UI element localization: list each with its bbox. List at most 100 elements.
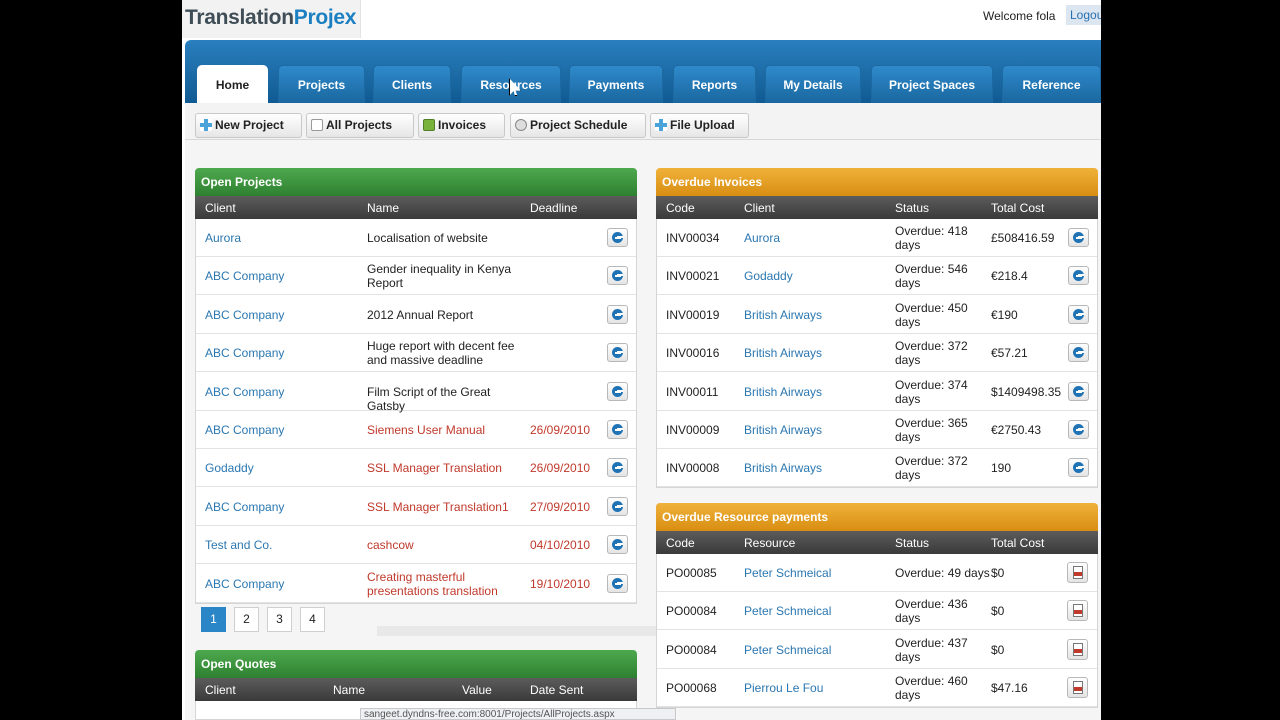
payment-code: PO00085 bbox=[666, 566, 717, 580]
client-link[interactable]: ABC Company bbox=[205, 346, 284, 360]
tab-clients[interactable]: Clients bbox=[373, 65, 451, 103]
col-resource: Resource bbox=[744, 536, 796, 550]
client-link[interactable]: British Airways bbox=[744, 423, 822, 437]
row-open-arrow-icon[interactable] bbox=[1068, 304, 1089, 324]
logo-text-main: Translation bbox=[185, 6, 294, 29]
tab-my-details[interactable]: My Details bbox=[765, 65, 861, 103]
action-toolbar: New Project All Projects Invoices Projec… bbox=[185, 103, 1101, 140]
logo[interactable]: TranslationProjex bbox=[185, 6, 356, 30]
client-link[interactable]: British Airways bbox=[744, 461, 822, 475]
row-open-arrow-icon[interactable] bbox=[1068, 228, 1089, 247]
project-name[interactable]: Siemens User Manual bbox=[367, 423, 517, 437]
client-link[interactable]: British Airways bbox=[744, 308, 822, 322]
row-open-arrow-icon[interactable] bbox=[607, 420, 628, 439]
client-link[interactable]: ABC Company bbox=[205, 269, 284, 283]
resource-link[interactable]: Pierrou Le Fou bbox=[744, 681, 823, 695]
status-text: Overdue: 546 days bbox=[895, 262, 968, 291]
client-link[interactable]: British Airways bbox=[744, 385, 822, 399]
client-link[interactable]: ABC Company bbox=[205, 308, 284, 322]
total-cost: $47.16 bbox=[991, 681, 1028, 696]
client-link[interactable]: ABC Company bbox=[205, 577, 284, 591]
tab-home[interactable]: Home bbox=[197, 65, 268, 103]
col-total-cost: Total Cost bbox=[991, 201, 1045, 215]
col-name: Name bbox=[333, 683, 366, 697]
pdf-icon[interactable] bbox=[1067, 562, 1088, 583]
table-row: PO00085 Peter Schmeical Overdue: 49 days $0 bbox=[657, 554, 1097, 592]
row-open-arrow-icon[interactable] bbox=[607, 496, 628, 516]
row-open-arrow-icon[interactable] bbox=[1068, 343, 1089, 363]
resource-link[interactable]: Peter Schmeical bbox=[744, 643, 831, 657]
client-link[interactable]: ABC Company bbox=[205, 500, 284, 514]
client-link[interactable]: Godaddy bbox=[744, 269, 793, 283]
page-3-button[interactable]: 3 bbox=[267, 607, 292, 632]
logout-link[interactable]: Logout bbox=[1066, 5, 1101, 25]
page-1-button[interactable]: 1 bbox=[201, 607, 226, 632]
client-link[interactable]: ABC Company bbox=[205, 385, 284, 399]
row-open-arrow-icon[interactable] bbox=[607, 343, 628, 363]
total-cost: €2750.43 bbox=[991, 423, 1042, 437]
deadline-date: 19/10/2010 bbox=[530, 576, 591, 591]
project-name[interactable]: Creating masterful presentations transla… bbox=[367, 570, 517, 598]
invoices-button[interactable]: Invoices bbox=[418, 113, 505, 138]
row-open-arrow-icon[interactable] bbox=[607, 458, 628, 478]
tab-project-spaces[interactable]: Project Spaces bbox=[871, 65, 993, 103]
row-open-arrow-icon[interactable] bbox=[1068, 266, 1089, 286]
status-text: Overdue: 374 days bbox=[895, 377, 968, 406]
client-link[interactable]: Aurora bbox=[205, 231, 241, 245]
status-text: Overdue: 437 days bbox=[895, 635, 968, 664]
project-schedule-button[interactable]: Project Schedule bbox=[510, 113, 646, 138]
invoice-code: INV00009 bbox=[666, 423, 720, 437]
tab-projects[interactable]: Projects bbox=[278, 65, 365, 103]
table-row: INV00011 British Airways Overdue: 374 days… bbox=[657, 373, 1097, 411]
overdue-payments-header: Overdue Resource payments bbox=[656, 503, 1098, 531]
invoice-code: INV00016 bbox=[666, 346, 720, 361]
project-name[interactable]: Huge report with decent fee and massive … bbox=[367, 339, 517, 367]
tab-payments[interactable]: Payments bbox=[569, 65, 663, 103]
tab-reports[interactable]: Reports bbox=[673, 65, 756, 103]
tab-reference[interactable]: Reference bbox=[1002, 65, 1101, 103]
client-link[interactable]: Test and Co. bbox=[205, 538, 272, 552]
project-name[interactable]: cashcow bbox=[367, 538, 517, 552]
pdf-icon[interactable] bbox=[1067, 677, 1088, 699]
new-project-button[interactable]: New Project bbox=[195, 113, 302, 138]
total-cost: £508416.59 bbox=[991, 231, 1055, 245]
client-link[interactable]: Godaddy bbox=[205, 461, 254, 475]
project-name[interactable]: SSL Manager Translation1 bbox=[367, 500, 517, 514]
table-row: INV00016 British Airways Overdue: 372 days… bbox=[657, 334, 1097, 373]
project-name[interactable]: Gender inequality in Kenya Report bbox=[367, 262, 517, 290]
pdf-icon[interactable] bbox=[1067, 638, 1088, 660]
row-open-arrow-icon[interactable] bbox=[1068, 420, 1089, 439]
status-text: Overdue: 436 days bbox=[895, 597, 968, 626]
project-name[interactable]: SSL Manager Translation bbox=[367, 461, 517, 475]
file-upload-label: File Upload bbox=[670, 118, 735, 132]
file-upload-button[interactable]: File Upload bbox=[650, 113, 749, 138]
project-name[interactable]: 2012 Annual Report bbox=[367, 308, 517, 322]
project-name[interactable]: Localisation of website bbox=[367, 231, 517, 245]
col-name: Name bbox=[367, 201, 400, 215]
row-open-arrow-icon[interactable] bbox=[607, 535, 628, 555]
client-link[interactable]: British Airways bbox=[744, 346, 822, 360]
client-link[interactable]: Aurora bbox=[744, 231, 780, 245]
table-row: ABC Company Creating masterful presentati… bbox=[196, 565, 636, 603]
row-open-arrow-icon[interactable] bbox=[607, 381, 628, 401]
page-2-button[interactable]: 2 bbox=[234, 607, 259, 632]
row-open-arrow-icon[interactable] bbox=[607, 228, 628, 247]
table-row: ABC Company Huge report with decent fee a… bbox=[196, 334, 636, 373]
row-open-arrow-icon[interactable] bbox=[607, 573, 628, 593]
table-row: PO00068 Pierrou Le Fou Overdue: 460 days $4… bbox=[657, 669, 1097, 708]
project-name[interactable]: Film Script of the Great Gatsby bbox=[367, 385, 517, 413]
resource-link[interactable]: Peter Schmeical bbox=[744, 566, 831, 580]
pdf-icon[interactable] bbox=[1067, 600, 1088, 622]
row-open-arrow-icon[interactable] bbox=[1068, 381, 1089, 401]
status-text: Overdue: 460 days bbox=[895, 674, 968, 703]
table-row: ABC Company Film Script of the Great Gats… bbox=[196, 373, 636, 413]
resource-link[interactable]: Peter Schmeical bbox=[744, 604, 831, 618]
row-open-arrow-icon[interactable] bbox=[607, 304, 628, 324]
page-4-button[interactable]: 4 bbox=[300, 607, 325, 632]
row-open-arrow-icon[interactable] bbox=[607, 266, 628, 286]
client-link[interactable]: ABC Company bbox=[205, 423, 284, 437]
all-projects-button[interactable]: All Projects bbox=[306, 113, 414, 138]
logo-area: TranslationProjex bbox=[182, 0, 361, 38]
row-open-arrow-icon[interactable] bbox=[1068, 458, 1089, 478]
total-cost: 190 bbox=[991, 461, 1012, 476]
